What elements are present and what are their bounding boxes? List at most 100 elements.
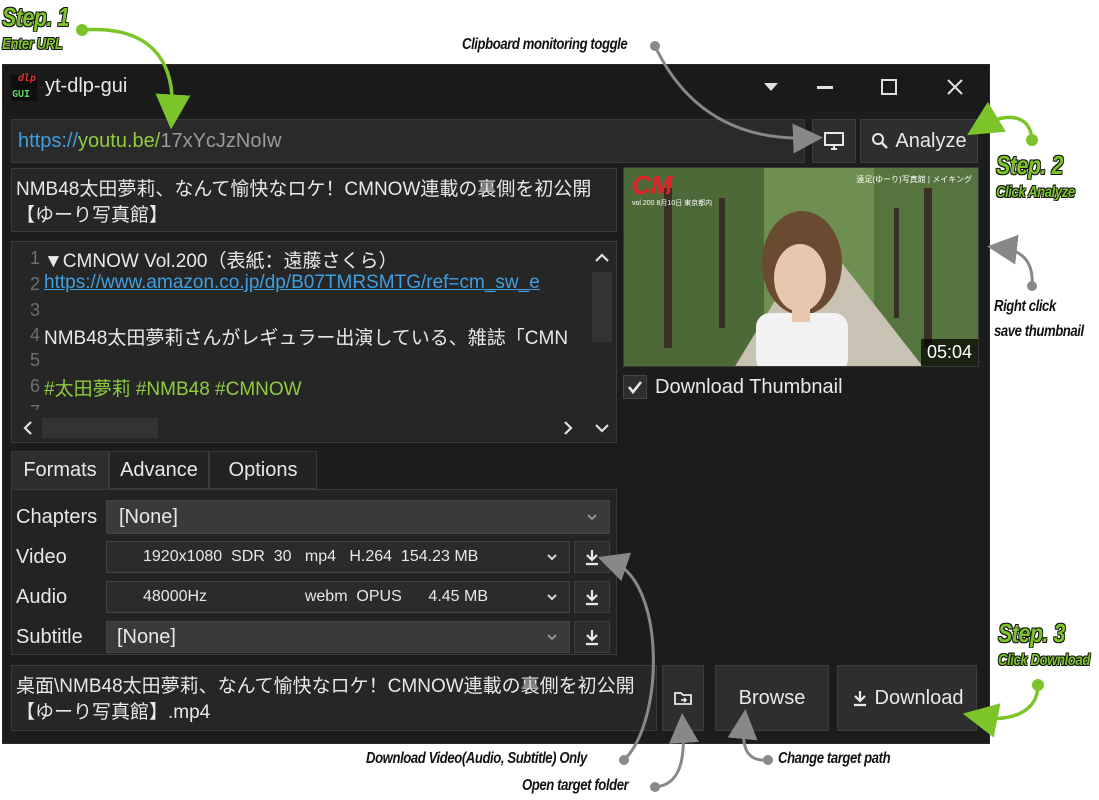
download-icon — [586, 630, 598, 646]
subtitle-label: Subtitle — [16, 626, 83, 648]
step2-title: Step. 2 — [996, 150, 1064, 180]
scroll-left-icon[interactable] — [16, 414, 40, 442]
url-path: 17xYcJzNoIw — [160, 130, 282, 152]
download-subtitle-only-button[interactable] — [574, 621, 610, 653]
vertical-scroll-thumb[interactable] — [592, 272, 612, 342]
description-editor[interactable]: 1 ▼CMNOW Vol.200（表紙：遠藤さくら） 2 https://www… — [11, 241, 617, 443]
clipboard-dot — [650, 41, 660, 51]
download-label: Download — [874, 686, 964, 709]
analyze-label: Analyze — [895, 129, 967, 152]
thumbnail-caption: vol.200 8月10日 東京都内 — [632, 200, 713, 207]
video-title-box[interactable]: NMB48太田夢莉、なんて愉快なロケ！CMNOW連載の裏側を初公開【ゆーり写真館… — [11, 168, 617, 232]
triangle-down-icon — [764, 83, 778, 91]
checkbox-box[interactable] — [623, 375, 647, 399]
chevron-down-icon — [587, 514, 597, 521]
app-logo-gui-text: GUI — [12, 89, 31, 100]
formats-panel: Chapters [None] Video 1920x1080 SDR 30 m… — [11, 489, 617, 655]
title-bar[interactable]: dlp GUI yt-dlp-gui — [3, 65, 989, 109]
step1-dot — [76, 24, 88, 36]
tab-formats[interactable]: Formats — [11, 451, 109, 489]
vertical-scrollbar[interactable] — [588, 242, 616, 414]
audio-format-select[interactable]: 48000Hz webm OPUS 4.45 MB — [106, 581, 570, 613]
chevron-down-icon — [547, 594, 557, 601]
download-icon — [586, 550, 598, 566]
analyze-button[interactable]: Analyze — [860, 119, 978, 163]
download-icon — [586, 590, 598, 606]
line-number: 4 — [29, 325, 40, 345]
thumbnail-overlay-text: 遠足(ゆーり)写真館 | メイキング — [856, 175, 972, 184]
download-button[interactable]: Download — [837, 665, 977, 731]
open-folder-tip: Open target folder — [522, 777, 629, 794]
dropdown-menu-button[interactable] — [741, 65, 801, 109]
download-thumbnail-checkbox[interactable]: Download Thumbnail — [623, 373, 843, 401]
subtitle-value: [None] — [117, 625, 176, 648]
download-video-only-button[interactable] — [574, 541, 610, 573]
horizontal-scrollbar[interactable] — [12, 414, 584, 442]
download-only-tip: Download Video(Audio, Subtitle) Only — [366, 750, 587, 767]
horizontal-scroll-thumb[interactable] — [42, 418, 158, 438]
description-link[interactable]: https://www.amazon.co.jp/dp/B07TMRSMTG/r… — [44, 272, 540, 294]
video-label: Video — [16, 546, 67, 568]
line-number: 5 — [29, 350, 40, 370]
chevron-down-icon — [547, 554, 557, 561]
rightclick-tip-2: save thumbnail — [994, 323, 1084, 340]
scroll-right-icon[interactable] — [556, 414, 580, 442]
download-audio-only-button[interactable] — [574, 581, 610, 613]
chapters-select[interactable]: [None] — [106, 500, 610, 534]
app-logo-dl-text: dlp — [17, 73, 36, 84]
line-number: 6 — [29, 376, 40, 396]
maximize-button[interactable] — [859, 65, 919, 109]
video-format-select[interactable]: 1920x1080 SDR 30 mp4 H.264 154.23 MB — [106, 541, 570, 573]
checkmark-icon — [627, 381, 643, 395]
rightclick-tip-1: Right click — [994, 298, 1056, 315]
video-title: NMB48太田夢莉、なんて愉快なロケ！CMNOW連載の裏側を初公開【ゆーり写真館… — [16, 179, 592, 226]
open-folder-button[interactable] — [662, 665, 704, 731]
download-icon — [853, 691, 866, 707]
thumbnail-brand: CM — [632, 170, 673, 200]
monitor-icon — [824, 132, 844, 150]
step2-dot — [1026, 134, 1038, 146]
close-button[interactable] — [925, 65, 985, 109]
step2-subtitle: Click Analyze — [996, 184, 1075, 201]
tab-advance[interactable]: Advance — [109, 451, 209, 489]
description-line: NMB48太田夢莉さんがレギュラー出演している、雑誌「CMN — [44, 328, 569, 349]
video-duration: 05:04 — [920, 339, 978, 366]
url-input[interactable]: https://youtu.be/17xYcJzNoIw — [11, 119, 805, 163]
description-line: ▼CMNOW Vol.200（表紙：遠藤さくら） — [44, 251, 398, 272]
url-text: https://youtu.be/17xYcJzNoIw — [18, 130, 281, 153]
url-scheme: https:// — [18, 130, 79, 152]
rightclick-arrow — [987, 234, 1034, 287]
scroll-up-icon[interactable] — [588, 246, 616, 270]
line-number: 3 — [29, 300, 40, 320]
audio-label: Audio — [16, 586, 68, 608]
thumbnail[interactable]: CM vol.200 8月10日 東京都内 遠足(ゆーり)写真館 | メイキング… — [623, 167, 979, 367]
description-lines: 1 ▼CMNOW Vol.200（表紙：遠藤さくら） 2 https://www… — [12, 242, 584, 410]
line-number: 7 — [12, 402, 40, 410]
clipboard-tip: Clipboard monitoring toggle — [462, 36, 628, 53]
tab-options[interactable]: Options — [209, 451, 317, 489]
minimize-button[interactable] — [795, 65, 855, 109]
step3-title: Step. 3 — [998, 618, 1066, 648]
video-format-value: 1920x1080 SDR 30 mp4 H.264 154.23 MB — [143, 548, 479, 565]
app-window: dlp GUI yt-dlp-gui https://youtu.be/17xY… — [2, 64, 990, 744]
minimize-icon — [817, 86, 833, 89]
rightclick-dot — [1027, 281, 1037, 291]
search-icon — [872, 133, 889, 149]
clipboard-monitor-toggle[interactable] — [812, 119, 856, 163]
target-path-field[interactable]: 桌面\NMB48太田夢莉、なんて愉快なロケ！CMNOW連載の裏側を初公開【ゆーり… — [11, 665, 657, 731]
window-title: yt-dlp-gui — [45, 75, 128, 97]
browse-button[interactable]: Browse — [715, 665, 829, 731]
line-number: 2 — [29, 274, 40, 294]
subtitle-select[interactable]: [None] — [106, 621, 570, 653]
audio-format-value: 48000Hz webm OPUS 4.45 MB — [143, 588, 489, 605]
tab-bar: Formats Advance Options — [11, 451, 617, 489]
chapters-label: Chapters — [16, 506, 98, 528]
step3-subtitle: Click Download — [998, 652, 1090, 669]
change-path-dot — [763, 755, 773, 765]
scroll-down-icon[interactable] — [588, 414, 616, 442]
chevron-down-icon — [547, 634, 557, 641]
url-host: youtu.be/ — [78, 130, 161, 152]
download-thumbnail-label: Download Thumbnail — [655, 375, 843, 398]
step1-subtitle: Enter URL — [2, 36, 63, 53]
open-folder-dot — [650, 782, 660, 792]
